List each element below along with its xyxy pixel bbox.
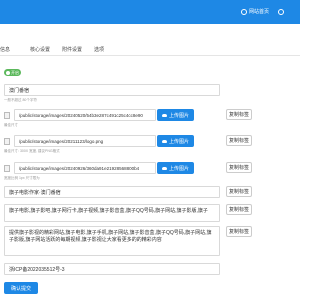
image-path-input[interactable]: /public/storage/images/20211123/logo.png	[14, 135, 156, 147]
image-thumbnail	[4, 165, 10, 172]
image-thumbnail	[4, 138, 10, 145]
image-hint: 最佳尺寸: 300X 宽度, 建议PNG格式	[4, 149, 60, 153]
copy-tag-button[interactable]: 复制标签	[226, 135, 252, 146]
toggle-knob	[6, 70, 10, 75]
cloud-upload-icon	[161, 166, 167, 170]
upload-label: 上传图片	[168, 138, 189, 145]
user-icon	[278, 8, 284, 15]
site-title-input[interactable]: 澳门番宿	[4, 84, 220, 96]
user-menu[interactable]	[278, 6, 286, 17]
upload-label: 上传图片	[168, 112, 189, 119]
copy-tag-button[interactable]: 复制标签	[226, 226, 252, 237]
copy-tag-button[interactable]: 复制标签	[226, 162, 252, 173]
top-bar: 网站首页	[0, 0, 300, 24]
tags-textarea[interactable]: 旗子电影,旗子影吧,旗子网行卡,旗子视频,旗子影音盒,旗子QQ号码,旗子网站,旗…	[4, 204, 220, 222]
copy-tag-button[interactable]: 复制标签	[226, 204, 252, 215]
home-icon	[241, 8, 247, 15]
upload-image-button[interactable]: 上传图片	[157, 162, 194, 174]
home-label: 网站首页	[249, 9, 270, 15]
copy-tag-button[interactable]: 复制标签	[226, 186, 252, 197]
cloud-upload-icon	[161, 139, 167, 143]
upload-image-button[interactable]: 上传图片	[157, 135, 194, 147]
keywords-input[interactable]: 旗子电影作家·澳门番宿	[4, 186, 220, 198]
image-hint: 最佳尺寸	[4, 123, 18, 127]
icp-input[interactable]: 浙ICP备2022035512号-3	[4, 263, 220, 275]
submit-button[interactable]: 确认提交	[4, 282, 38, 294]
tab-options[interactable]: 选项	[94, 46, 104, 53]
copy-tag-button[interactable]: 复制标签	[226, 109, 252, 120]
tab-basic-info[interactable]: 信息	[0, 46, 10, 53]
toggle-label: 开启	[11, 69, 19, 75]
image-path-input[interactable]: /public/storage/images/20240926/360da91e…	[14, 162, 156, 174]
site-title-hint: 一般不超过 80个字符	[4, 98, 37, 102]
description-textarea[interactable]: 提供旗子影视的精彩网站,旗子电影,旗子手机,旗子网站,旗子影音盒,旗子QQ号码,…	[4, 226, 220, 256]
cloud-upload-icon	[161, 113, 167, 117]
tab-core-settings[interactable]: 核心设置	[30, 46, 50, 53]
upload-label: 上传图片	[168, 165, 189, 172]
image-path-input[interactable]: /public/storage/images/20240520/54b3e287…	[14, 109, 156, 121]
upload-image-button[interactable]: 上传图片	[157, 109, 194, 121]
tab-attachment-settings[interactable]: 附件设置	[62, 46, 82, 53]
home-link[interactable]: 网站首页	[241, 6, 269, 17]
image-hint: 宽度比例 1px 尺寸限为	[4, 176, 40, 180]
settings-tabs: 信息 核心设置 附件设置 选项	[0, 44, 300, 56]
image-thumbnail	[4, 112, 10, 119]
status-toggle[interactable]: 开启	[4, 69, 21, 76]
